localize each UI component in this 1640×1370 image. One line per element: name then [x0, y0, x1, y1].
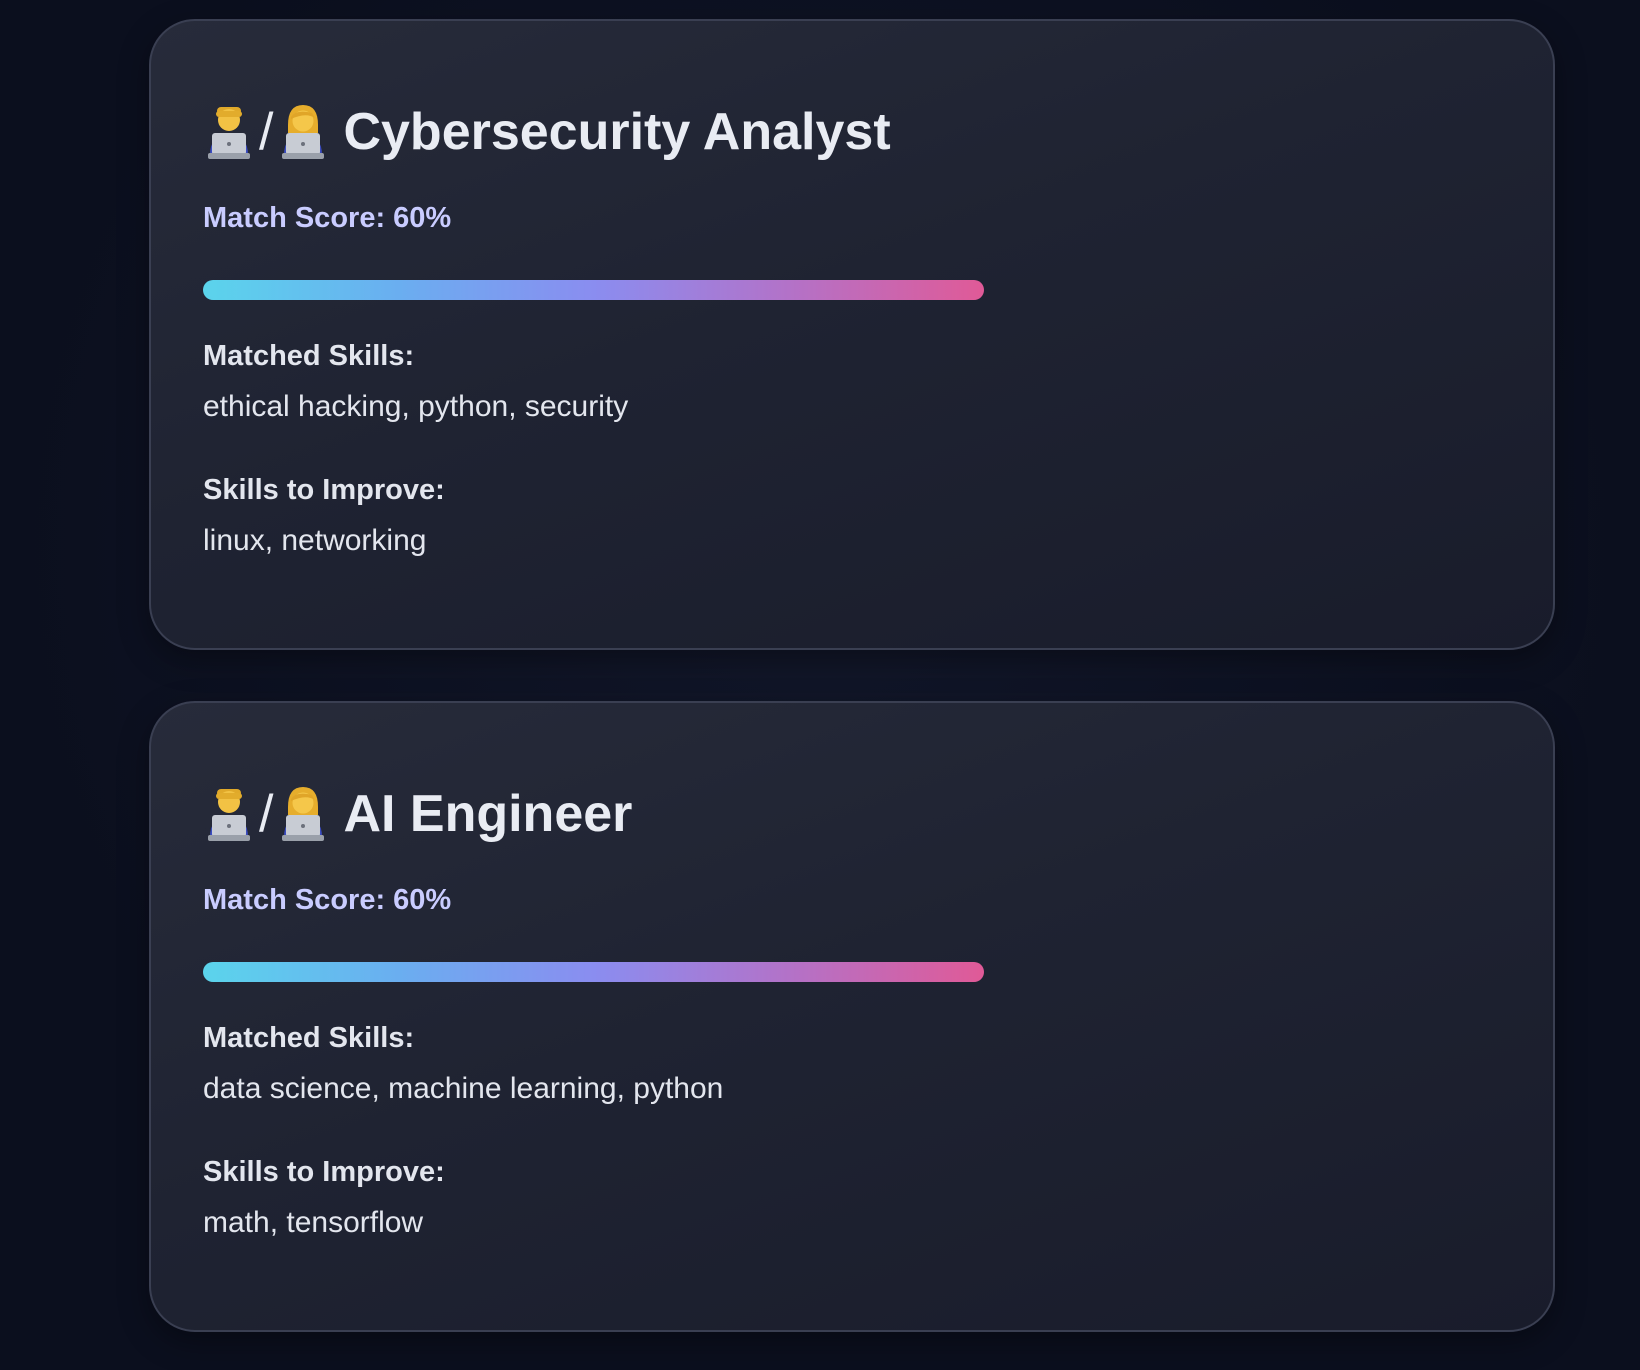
matched-skills-heading: Matched Skills:: [203, 1022, 415, 1054]
man-technologist-icon: [203, 102, 255, 162]
match-score-label: Match Score: 60%: [203, 202, 452, 234]
match-score-label: Match Score: 60%: [203, 884, 452, 916]
career-title: / AI Engineer: [203, 779, 632, 849]
career-card: / Cybersecurity Analyst Match Score: 60%…: [149, 19, 1555, 650]
title-separator: /: [259, 103, 274, 161]
matched-skills-heading: Matched Skills:: [203, 340, 415, 372]
skills-to-improve-heading: Skills to Improve:: [203, 474, 445, 506]
match-score-bar-fill: [203, 280, 984, 300]
skills-to-improve-list: linux, networking: [203, 524, 427, 557]
woman-technologist-icon: [277, 102, 329, 162]
career-title: / Cybersecurity Analyst: [203, 97, 891, 167]
skills-to-improve-list: math, tensorflow: [203, 1206, 424, 1239]
career-card: / AI Engineer Match Score: 60% Matched S…: [149, 701, 1555, 1332]
skills-to-improve-heading: Skills to Improve:: [203, 1156, 445, 1188]
career-title-text: AI Engineer: [343, 785, 633, 843]
title-separator: /: [259, 785, 274, 843]
matched-skills-list: ethical hacking, python, security: [203, 390, 629, 423]
man-technologist-icon: [203, 784, 255, 844]
matched-skills-list: data science, machine learning, python: [203, 1072, 724, 1105]
career-title-text: Cybersecurity Analyst: [343, 103, 891, 161]
match-score-bar-fill: [203, 962, 984, 982]
match-score-bar: [203, 962, 984, 982]
page: / Cybersecurity Analyst Match Score: 60%…: [0, 0, 1640, 1370]
woman-technologist-icon: [277, 784, 329, 844]
match-score-bar: [203, 280, 984, 300]
